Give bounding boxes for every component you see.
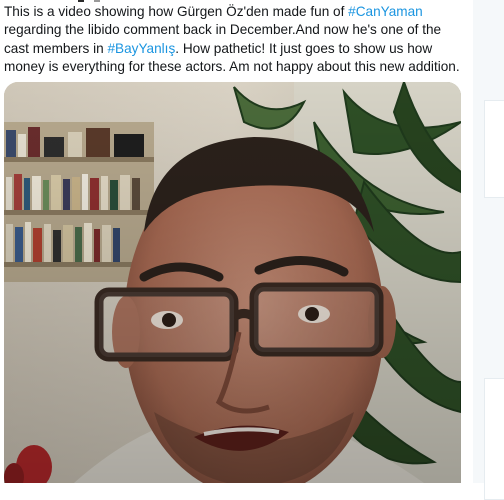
tweet-video[interactable] [4, 82, 461, 483]
right-rail [473, 0, 504, 500]
hashtag-link[interactable]: #CanYaman [348, 4, 423, 19]
tweet-text: This is a video showing how Gürgen Öz'de… [4, 3, 466, 77]
tweet: This is a video showing how Gürgen Öz'de… [0, 0, 472, 483]
video-frame [4, 82, 461, 483]
tweet-text-line: cast members in #BayYanlış. How pathetic… [4, 40, 466, 58]
hashtag-link[interactable]: #BayYanlış [108, 41, 176, 56]
tweet-text-segment: . How pathetic! It just goes to show us … [175, 40, 433, 56]
sidebar-card [484, 378, 504, 500]
tweet-text-segment: regarding the libido comment back in Dec… [4, 22, 442, 38]
tweet-text-line: money is everything for these actors. Am… [4, 58, 466, 76]
tweet-text-segment: This is a video showing how Gürgen Öz'de… [4, 4, 349, 19]
tweet-text-segment: cast members in [4, 40, 108, 56]
tweet-text-line: This is a video showing how Gürgen Öz'de… [4, 3, 466, 21]
tweet-text-segment: money is everything for these actors. Am… [4, 59, 460, 75]
tweet-text-line: regarding the libido comment back in Dec… [4, 21, 466, 39]
sidebar-card [484, 100, 504, 198]
